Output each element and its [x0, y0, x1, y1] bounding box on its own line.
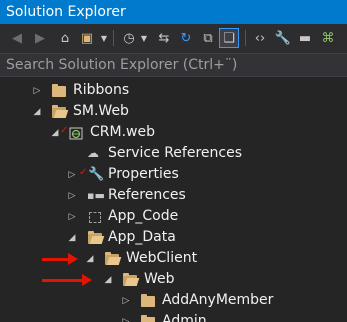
app-code-folder-icon: [89, 212, 101, 223]
tree-item-label: WebClient: [126, 250, 198, 266]
tree-item-label: Admin: [162, 313, 207, 322]
sync-icon[interactable]: ⇆: [154, 28, 174, 48]
wrench-icon: 🔧: [88, 167, 105, 182]
tree-item-service-references[interactable]: ☁ Service References: [0, 144, 347, 165]
folder-icon: [52, 84, 66, 97]
switch-views-icon[interactable]: ▣: [77, 28, 97, 48]
title-bar: Solution Explorer: [0, 0, 347, 24]
tree-item-references[interactable]: ▷ ▪▬ References: [0, 186, 347, 207]
window-title: Solution Explorer: [6, 4, 126, 20]
expand-arrow-icon[interactable]: ▷: [67, 210, 77, 224]
annotation-arrow: [42, 274, 92, 286]
expand-arrow-icon[interactable]: ▷: [121, 294, 131, 308]
tree-item-admin[interactable]: ▷ Admin: [0, 312, 347, 322]
tree-item-crm-web[interactable]: ◢ ✓ CRM.web: [0, 123, 347, 144]
back-icon[interactable]: ◀: [7, 28, 27, 48]
preview-icon[interactable]: ▬: [295, 28, 315, 48]
toolbar-separator: [113, 30, 114, 46]
service-reference-icon: ☁: [87, 146, 99, 160]
checked-out-icon: ✓: [79, 167, 88, 178]
toolbar-separator: [245, 30, 246, 46]
folder-open-icon: [105, 252, 119, 265]
toolbar: ◀ ▶ ⌂ ▣ ▼ ◷ ▼ ⇆ ↻ ⧉ ❏ ‹› 🔧 ▬ ⌘: [0, 24, 347, 53]
collapse-arrow-icon[interactable]: ◢: [32, 105, 42, 119]
class-diagram-icon[interactable]: ⌘: [318, 28, 338, 48]
expand-arrow-icon[interactable]: ▷: [67, 189, 77, 203]
tree-item-label: Web: [144, 271, 175, 287]
annotation-arrow: [42, 253, 78, 265]
tree-item-sm-web[interactable]: ◢ SM.Web: [0, 102, 347, 123]
tree-item-label: CRM.web: [90, 124, 155, 140]
tree-item-label: App_Data: [108, 229, 176, 245]
collapse-all-icon[interactable]: ⧉: [198, 28, 218, 48]
collapse-arrow-icon[interactable]: ◢: [85, 252, 95, 266]
tree-item-label: Ribbons: [73, 82, 130, 98]
dropdown-icon[interactable]: ▼: [99, 28, 109, 48]
dropdown-icon[interactable]: ▼: [139, 28, 149, 48]
references-icon: ▪▬: [87, 189, 105, 202]
forward-icon[interactable]: ▶: [30, 28, 50, 48]
properties-icon[interactable]: 🔧: [273, 28, 293, 48]
show-all-files-icon[interactable]: ❏: [219, 28, 239, 48]
checked-out-icon: ✓: [60, 125, 69, 136]
tree-item-label: SM.Web: [73, 103, 129, 119]
tree-item-label: AddAnyMember: [162, 292, 274, 308]
home-icon[interactable]: ⌂: [55, 28, 75, 48]
folder-open-icon: [52, 105, 66, 118]
solution-tree: ▷ Ribbons ◢ SM.Web ◢ ✓ CRM.web ☁ Service…: [0, 77, 347, 322]
search-input[interactable]: [6, 56, 336, 74]
web-project-icon: [69, 127, 83, 140]
refresh-icon[interactable]: ↻: [176, 28, 196, 48]
tree-item-app-code[interactable]: ▷ App_Code: [0, 207, 347, 228]
folder-icon: [141, 294, 155, 307]
collapse-arrow-icon[interactable]: ◢: [103, 273, 113, 287]
tree-item-label: Service References: [108, 145, 242, 161]
view-code-icon[interactable]: ‹›: [250, 28, 270, 48]
tree-item-ribbons[interactable]: ▷ Ribbons: [0, 81, 347, 102]
history-icon[interactable]: ◷: [119, 28, 139, 48]
folder-icon: [141, 315, 155, 322]
tree-item-label: References: [108, 187, 186, 203]
folder-open-icon: [123, 273, 137, 286]
tree-item-properties[interactable]: ▷ ✓ 🔧 Properties: [0, 165, 347, 186]
collapse-arrow-icon[interactable]: ◢: [50, 126, 60, 140]
expand-arrow-icon[interactable]: ▷: [121, 315, 131, 322]
tree-item-webclient[interactable]: ◢ WebClient: [0, 249, 347, 270]
tree-item-label: Properties: [108, 166, 179, 182]
folder-open-icon: [88, 231, 102, 244]
tree-item-addanymember[interactable]: ▷ AddAnyMember: [0, 291, 347, 312]
tree-item-app-data[interactable]: ◢ App_Data: [0, 228, 347, 249]
search-box: [0, 53, 347, 77]
expand-arrow-icon[interactable]: ▷: [32, 84, 42, 98]
tree-item-label: App_Code: [108, 208, 179, 224]
collapse-arrow-icon[interactable]: ◢: [67, 231, 77, 245]
expand-arrow-icon[interactable]: ▷: [67, 168, 77, 182]
tree-item-web[interactable]: ◢ Web: [0, 270, 347, 291]
